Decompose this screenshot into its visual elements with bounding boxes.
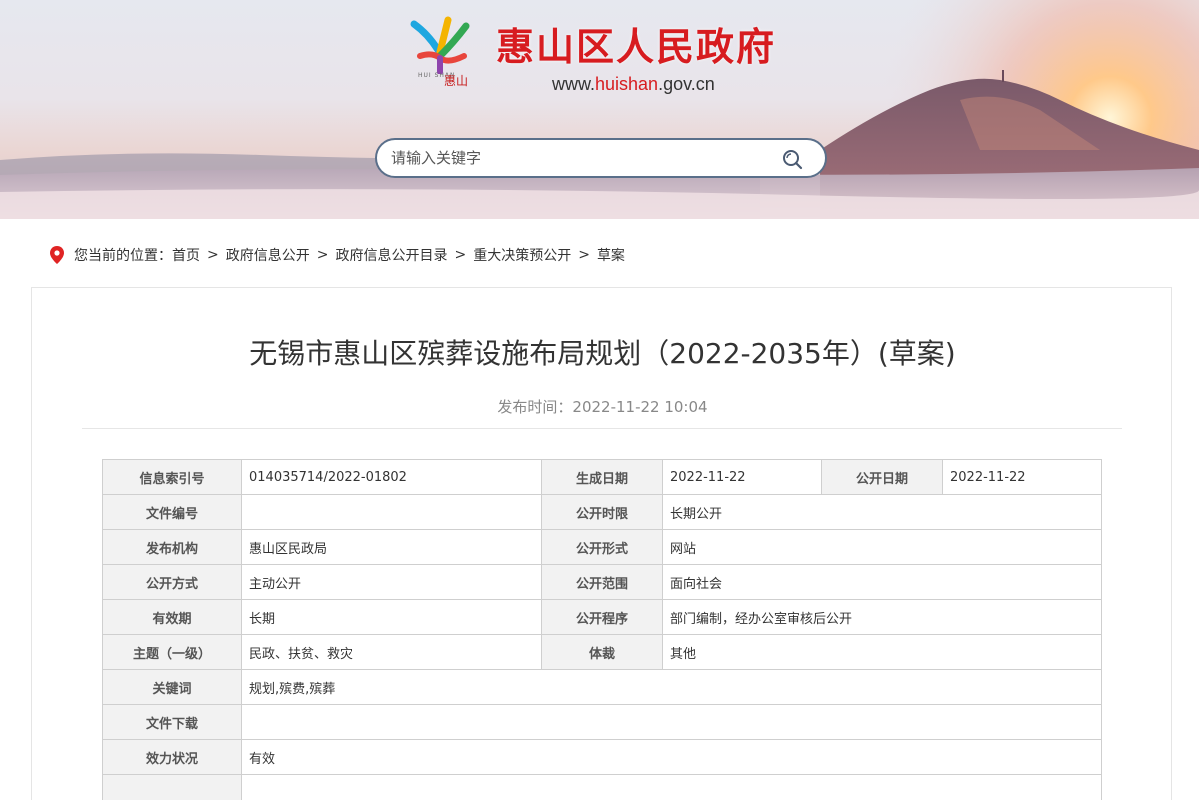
article-title: 无锡市惠山区殡葬设施布局规划（2022-2035年）(草案): [249, 337, 956, 370]
org-value: 惠山区民政局: [241, 529, 542, 565]
breadcrumb-prefix: 您当前的位置：: [74, 248, 172, 264]
location-pin-icon: [50, 246, 64, 264]
publish-time: 发布时间：2022-11-22 10:04: [497, 398, 708, 416]
topic-value: 民政、扶贫、救灾: [241, 634, 542, 670]
site-logo[interactable]: HUI SHAN 惠山 惠山区人民政府 www.huishan.gov.cn: [408, 16, 808, 96]
status-value: 有效: [241, 739, 1102, 775]
site-url: www.huishan.gov.cn: [552, 74, 715, 95]
breadcrumb-separator: >: [578, 247, 590, 263]
huishan-logo-icon: [410, 16, 470, 74]
index-no-label: 信息索引号: [102, 459, 242, 495]
keywords-label: 关键词: [102, 669, 242, 705]
breadcrumb-draft[interactable]: 草案: [597, 245, 625, 265]
gen-date-value: 2022-11-22: [662, 459, 822, 495]
logo-small-cn: 惠山: [444, 74, 469, 88]
title-divider: [82, 428, 1122, 429]
index-no-value: 014035714/2022-01802: [241, 459, 542, 495]
table-row: 效力状况 有效: [102, 739, 1102, 775]
table-row: 公开方式 主动公开 公开范围 面向社会: [102, 564, 1102, 600]
pub-scope-value: 面向社会: [662, 564, 1102, 600]
url-prefix: www.: [552, 74, 596, 94]
pub-method-value: 主动公开: [241, 564, 542, 600]
header-banner: HUI SHAN 惠山 惠山区人民政府 www.huishan.gov.cn: [0, 0, 1199, 219]
table-row: 发布机构 惠山区民政局 公开形式 网站: [102, 529, 1102, 565]
topic-label: 主题（一级）: [102, 634, 242, 670]
search-icon[interactable]: [781, 148, 803, 170]
procedure-label: 公开程序: [541, 599, 663, 635]
pub-date-label: 公开日期: [821, 459, 943, 495]
download-value[interactable]: [241, 704, 1102, 740]
empty-value-cell: [241, 774, 1102, 800]
table-row: [102, 774, 1102, 800]
breadcrumb-home[interactable]: 首页: [172, 245, 200, 265]
search-box: [375, 138, 827, 178]
breadcrumb-separator: >: [454, 247, 467, 263]
url-suffix: .gov.cn: [658, 74, 715, 94]
table-row: 关键词 规划,殡费,殡葬: [102, 669, 1102, 705]
table-row: 主题（一级） 民政、扶贫、救灾 体裁 其他: [102, 634, 1102, 670]
empty-label-cell: [102, 774, 242, 800]
info-metadata-table: 信息索引号 014035714/2022-01802 生成日期 2022-11-…: [102, 459, 1102, 800]
pub-period-label: 公开时限: [541, 494, 663, 530]
url-highlight: huishan: [595, 74, 659, 94]
procedure-value: 部门编制，经办公室审核后公开: [662, 599, 1102, 635]
breadcrumb-separator: >: [316, 247, 329, 263]
breadcrumb-gov-info[interactable]: 政府信息公开: [226, 245, 310, 265]
pub-period-value: 长期公开: [662, 494, 1102, 530]
org-label: 发布机构: [102, 529, 242, 565]
breadcrumb-info-catalog[interactable]: 政府信息公开目录: [335, 245, 447, 265]
genre-label: 体裁: [541, 634, 663, 670]
validity-label: 有效期: [102, 599, 242, 635]
genre-value: 其他: [662, 634, 1102, 670]
table-row: 有效期 长期 公开程序 部门编制，经办公室审核后公开: [102, 599, 1102, 635]
pub-form-label: 公开形式: [541, 529, 663, 565]
breadcrumb-major-decisions[interactable]: 重大决策预公开: [473, 245, 571, 265]
search-input[interactable]: [391, 140, 771, 176]
table-row: 文件下载: [102, 704, 1102, 740]
breadcrumb: 您当前的位置： 首页 > 政府信息公开 > 政府信息公开目录 > 重大决策预公开…: [50, 244, 625, 266]
table-row: 文件编号 公开时限 长期公开: [102, 494, 1102, 530]
breadcrumb-separator: >: [207, 247, 219, 263]
pub-scope-label: 公开范围: [541, 564, 663, 600]
table-row: 信息索引号 014035714/2022-01802 生成日期 2022-11-…: [102, 459, 1102, 495]
validity-value: 长期: [241, 599, 542, 635]
article-card: 无锡市惠山区殡葬设施布局规划（2022-2035年）(草案) 发布时间：2022…: [31, 287, 1172, 800]
pub-method-label: 公开方式: [102, 564, 242, 600]
download-label: 文件下载: [102, 704, 242, 740]
site-title: 惠山区人民政府: [496, 25, 777, 69]
doc-no-value: [241, 494, 542, 530]
pub-date-value: 2022-11-22: [942, 459, 1102, 495]
pub-form-value: 网站: [662, 529, 1102, 565]
status-label: 效力状况: [102, 739, 242, 775]
gen-date-label: 生成日期: [541, 459, 663, 495]
doc-no-label: 文件编号: [102, 494, 242, 530]
keywords-value: 规划,殡费,殡葬: [241, 669, 1102, 705]
